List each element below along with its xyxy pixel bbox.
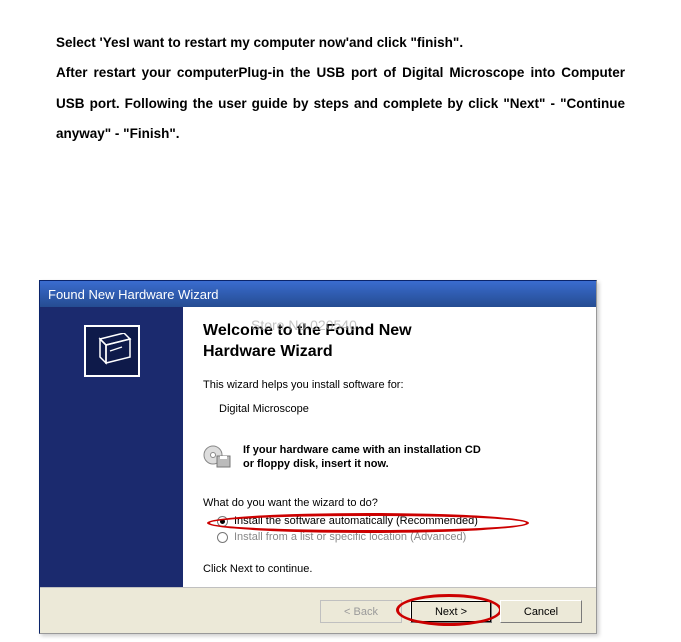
- click-next-text: Click Next to continue.: [203, 563, 576, 575]
- found-new-hardware-wizard-dialog: Found New Hardware Wizard Store No.02054…: [39, 280, 597, 634]
- next-button[interactable]: Next >: [410, 600, 492, 623]
- radio-icon: [217, 532, 228, 543]
- wizard-subtext: This wizard helps you install software f…: [203, 379, 576, 391]
- radio-auto-label: Install the software automatically (Reco…: [234, 515, 478, 527]
- dialog-title-text: Found New Hardware Wizard: [48, 287, 219, 302]
- button-row: < Back Next > Cancel: [40, 588, 596, 633]
- dialog-titlebar[interactable]: Found New Hardware Wizard: [40, 281, 596, 307]
- device-name: Digital Microscope: [219, 403, 576, 415]
- cd-floppy-icon: [203, 445, 233, 469]
- wizard-banner: [40, 307, 183, 587]
- radio-advanced-install[interactable]: Install from a list or specific location…: [217, 531, 576, 543]
- instruction-block: Select 'YesI want to restart my computer…: [0, 0, 681, 160]
- radio-advanced-label: Install from a list or specific location…: [234, 531, 466, 543]
- wizard-heading: Welcome to the Found New Hardware Wizard: [203, 321, 576, 363]
- wizard-prompt: What do you want the wizard to do?: [203, 497, 576, 509]
- cancel-button[interactable]: Cancel: [500, 600, 582, 623]
- radio-icon: [217, 516, 228, 527]
- radio-auto-install[interactable]: Install the software automatically (Reco…: [217, 515, 576, 527]
- instruction-line-2: After restart your computerPlug-in the U…: [56, 58, 625, 149]
- cd-instruction-row: If your hardware came with an installati…: [203, 443, 576, 472]
- hardware-box-icon: [84, 325, 140, 377]
- cd-instruction-text: If your hardware came with an installati…: [243, 443, 481, 472]
- dialog-body: Store No.020540 Welcome to the Found New…: [40, 307, 596, 588]
- instruction-line-1: Select 'YesI want to restart my computer…: [56, 28, 625, 58]
- back-button: < Back: [320, 600, 402, 623]
- wizard-content: Store No.020540 Welcome to the Found New…: [183, 307, 596, 587]
